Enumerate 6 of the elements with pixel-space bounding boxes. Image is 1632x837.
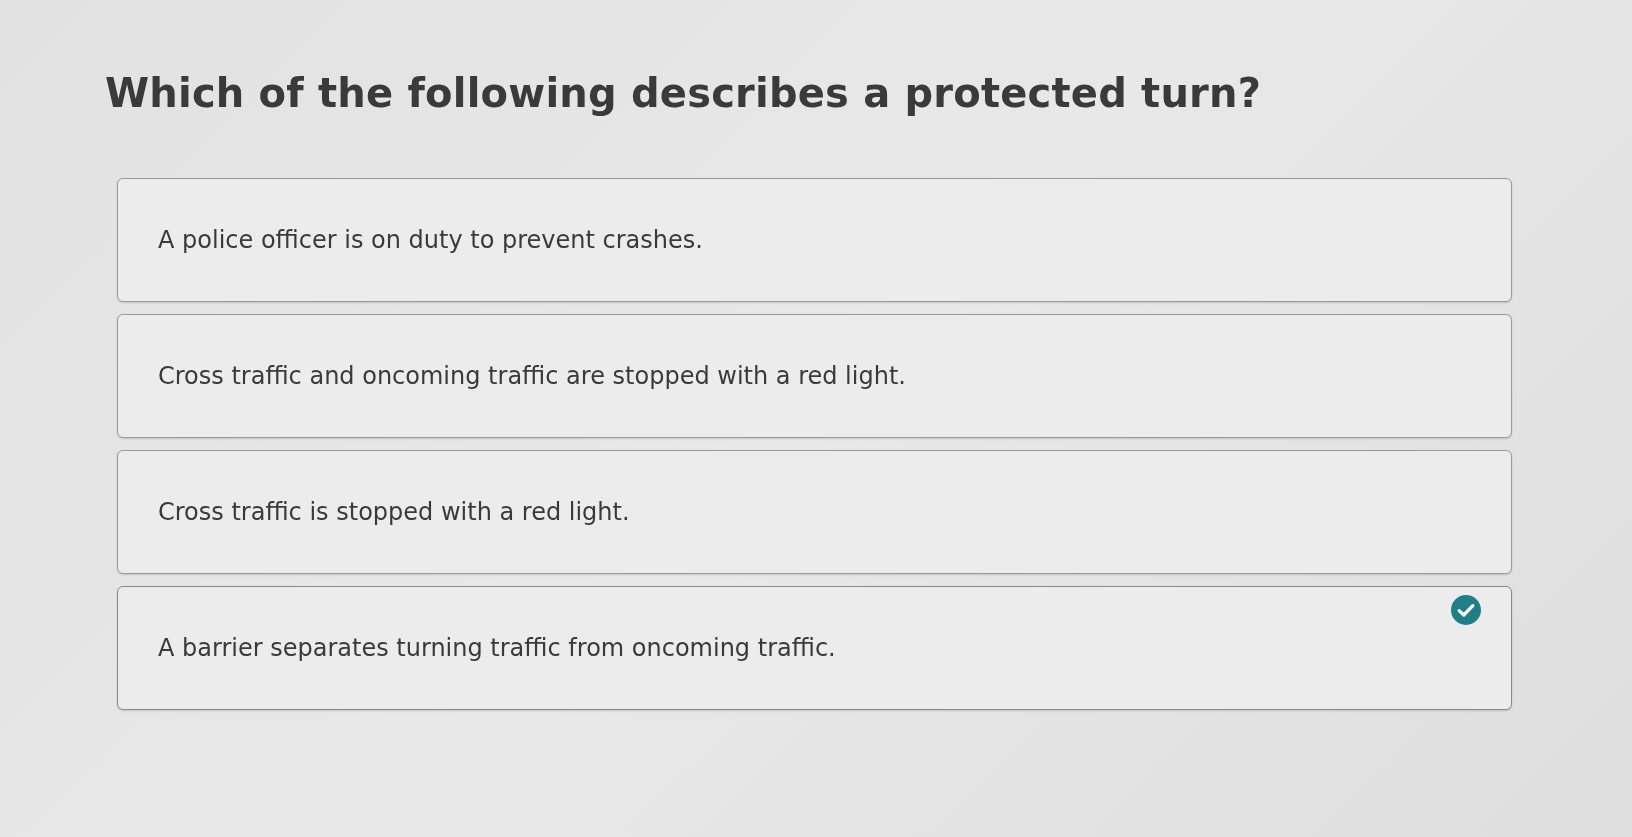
answer-option[interactable]: A barrier separates turning traffic from oncoming traffic. xyxy=(117,586,1512,710)
check-circle-icon xyxy=(1451,595,1481,625)
answer-option[interactable]: A police officer is on duty to prevent crashes. xyxy=(117,178,1512,302)
answer-option[interactable]: Cross traffic is stopped with a red light. xyxy=(117,450,1512,574)
answer-option[interactable]: Cross traffic and oncoming traffic are stopped with a red light. xyxy=(117,314,1512,438)
question-text: Which of the following describes a protected turn? xyxy=(105,70,1263,116)
